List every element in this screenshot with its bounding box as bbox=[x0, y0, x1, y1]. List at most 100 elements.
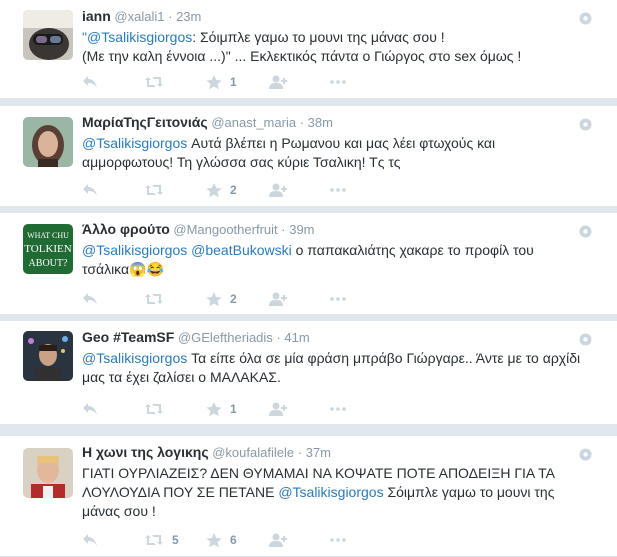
reply-button[interactable] bbox=[82, 181, 144, 199]
favorite-icon bbox=[206, 532, 222, 547]
fullname[interactable]: Άλλο φρούτο bbox=[82, 221, 170, 237]
reply-icon bbox=[83, 293, 97, 305]
follow-icon bbox=[269, 292, 287, 306]
reply-icon bbox=[83, 184, 97, 196]
avatar[interactable] bbox=[23, 10, 73, 60]
favorite-button[interactable]: 1 bbox=[206, 73, 268, 91]
follow-icon bbox=[269, 75, 287, 89]
tweet-content: iann @xalali1 · 23m "@Tsalikisgiorgos: Σ… bbox=[82, 8, 581, 66]
tweet-content: Άλλο φρούτο @Mangootherfruit · 39m @Tsal… bbox=[82, 221, 581, 279]
tweet-text: @Tsalikisgiorgos Αυτά βλέπει η Ρωμανου κ… bbox=[82, 134, 581, 172]
favorite-button[interactable]: 2 bbox=[206, 290, 268, 308]
reply-icon bbox=[83, 534, 97, 546]
favorite-icon bbox=[206, 74, 222, 89]
favorite-button[interactable]: 6 bbox=[206, 531, 268, 549]
retweet-button[interactable]: 5 bbox=[144, 531, 206, 549]
tweet-text-segment: (Με την καλη έννοια ...)" ... Εκλεκτικός… bbox=[82, 48, 522, 64]
tweet-text: "@Tsalikisgiorgos: Σόιμπλε γαμω το μουνι… bbox=[82, 28, 581, 66]
tweet-timeline: iann @xalali1 · 23m "@Tsalikisgiorgos: Σ… bbox=[0, 0, 617, 557]
tweet-header: Geo #TeamSF @GEleftheriadis · 41m bbox=[82, 329, 581, 346]
avatar[interactable]: WHAT CHU TOLKIEN ABOUT? bbox=[23, 224, 73, 274]
reply-button[interactable] bbox=[82, 290, 144, 308]
avatar-text-3: ABOUT? bbox=[29, 258, 68, 269]
username[interactable]: @koufalafilele bbox=[212, 445, 294, 460]
fullname[interactable]: Η χωνι της λογικης bbox=[82, 444, 209, 460]
fullname[interactable]: Geo #TeamSF bbox=[82, 329, 174, 345]
more-icon bbox=[330, 297, 346, 301]
favorite-count: 6 bbox=[230, 533, 237, 547]
mention-link[interactable]: @Tsalikisgiorgos bbox=[87, 29, 192, 45]
follow-icon bbox=[269, 183, 287, 197]
retweet-button[interactable] bbox=[144, 400, 206, 418]
retweet-button[interactable] bbox=[144, 73, 206, 91]
tweet-actions: 1 bbox=[82, 400, 392, 418]
username[interactable]: @xalali1 bbox=[114, 9, 164, 24]
retweet-button[interactable] bbox=[144, 290, 206, 308]
follow-button[interactable] bbox=[268, 531, 330, 549]
follow-button[interactable] bbox=[268, 290, 330, 308]
more-icon bbox=[330, 407, 346, 411]
tweet-1[interactable]: iann @xalali1 · 23m "@Tsalikisgiorgos: Σ… bbox=[0, 0, 617, 99]
more-icon bbox=[330, 538, 346, 542]
tweet-header: Άλλο φρούτο @Mangootherfruit · 39m bbox=[82, 221, 581, 238]
more-button[interactable] bbox=[330, 531, 392, 549]
follow-button[interactable] bbox=[268, 73, 330, 91]
mention-link[interactable]: @Tsalikisgiorgos bbox=[278, 484, 383, 500]
retweet-button[interactable] bbox=[144, 181, 206, 199]
favorite-button[interactable]: 1 bbox=[206, 400, 268, 418]
gear-icon[interactable] bbox=[579, 448, 592, 461]
tweet-content: ΜαρίαΤηςΓειτονιάς @anast_maria · 38m @Ts… bbox=[82, 114, 581, 172]
tweet-3[interactable]: WHAT CHU TOLKIEN ABOUT? Άλλο φρούτο @Man… bbox=[0, 213, 617, 315]
gear-icon[interactable] bbox=[579, 12, 592, 25]
more-button[interactable] bbox=[330, 400, 392, 418]
timestamp[interactable]: 23m bbox=[176, 9, 201, 24]
more-button[interactable] bbox=[330, 290, 392, 308]
mention-link[interactable]: @Tsalikisgiorgos bbox=[82, 135, 187, 151]
follow-button[interactable] bbox=[268, 400, 330, 418]
avatar[interactable] bbox=[23, 331, 73, 381]
mention-link[interactable]: @Tsalikisgiorgos bbox=[82, 242, 187, 258]
mention-link[interactable]: @beatBukowski bbox=[191, 242, 292, 258]
avatar[interactable] bbox=[23, 117, 73, 167]
favorite-icon bbox=[206, 291, 222, 306]
favorite-count: 1 bbox=[230, 75, 237, 89]
username[interactable]: @anast_maria bbox=[211, 115, 296, 130]
username[interactable]: @GEleftheriadis bbox=[178, 330, 273, 345]
more-button[interactable] bbox=[330, 181, 392, 199]
tweet-actions: 5 6 bbox=[82, 531, 392, 549]
tweet-actions: 1 bbox=[82, 73, 392, 91]
avatar[interactable] bbox=[23, 448, 73, 498]
mention-link[interactable]: @Tsalikisgiorgos bbox=[82, 350, 187, 366]
fullname[interactable]: ΜαρίαΤηςΓειτονιάς bbox=[82, 114, 208, 130]
tweet-content: Η χωνι της λογικης @koufalafilele · 37m … bbox=[82, 444, 581, 521]
favorite-count: 2 bbox=[230, 183, 237, 197]
gear-icon[interactable] bbox=[579, 333, 592, 346]
gear-icon[interactable] bbox=[579, 225, 592, 238]
avatar-text-1: WHAT CHU bbox=[27, 231, 69, 240]
favorite-count: 1 bbox=[230, 402, 237, 416]
separator: · bbox=[297, 445, 303, 460]
tweet-5[interactable]: Η χωνι της λογικης @koufalafilele · 37m … bbox=[0, 436, 617, 557]
timestamp[interactable]: 37m bbox=[306, 445, 331, 460]
reply-button[interactable] bbox=[82, 531, 144, 549]
follow-icon bbox=[269, 533, 287, 547]
reply-button[interactable] bbox=[82, 400, 144, 418]
separator: · bbox=[276, 330, 281, 345]
reply-button[interactable] bbox=[82, 73, 144, 91]
gear-icon[interactable] bbox=[579, 118, 592, 131]
timestamp[interactable]: 38m bbox=[308, 115, 333, 130]
tweet-text: @Tsalikisgiorgos Τα είπε όλα σε μία φράσ… bbox=[82, 349, 581, 387]
separator: · bbox=[299, 115, 305, 130]
favorite-button[interactable]: 2 bbox=[206, 181, 268, 199]
more-icon bbox=[330, 188, 346, 192]
avatar-text-2: TOLKIEN bbox=[24, 243, 72, 255]
timestamp[interactable]: 41m bbox=[284, 330, 309, 345]
timestamp[interactable]: 39m bbox=[289, 222, 314, 237]
more-button[interactable] bbox=[330, 73, 392, 91]
tweet-header: Η χωνι της λογικης @koufalafilele · 37m bbox=[82, 444, 581, 461]
username[interactable]: @Mangootherfruit bbox=[173, 222, 277, 237]
fullname[interactable]: iann bbox=[82, 8, 111, 24]
tweet-4[interactable]: Geo #TeamSF @GEleftheriadis · 41m @Tsali… bbox=[0, 321, 617, 425]
follow-button[interactable] bbox=[268, 181, 330, 199]
tweet-2[interactable]: ΜαρίαΤηςΓειτονιάς @anast_maria · 38m @Ts… bbox=[0, 106, 617, 207]
